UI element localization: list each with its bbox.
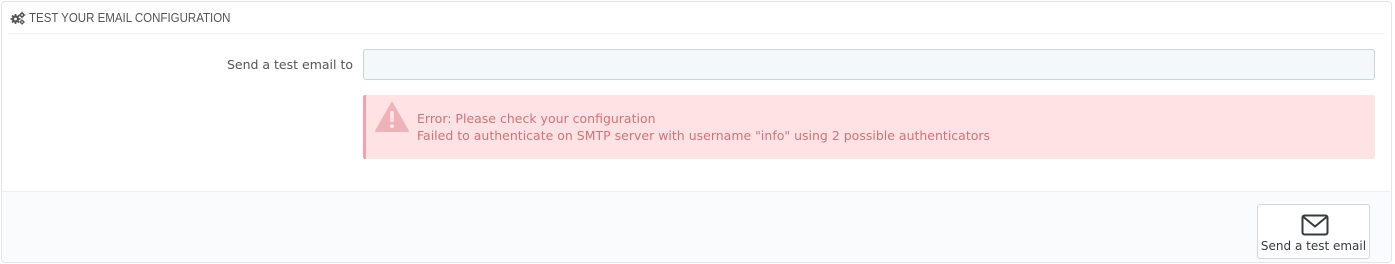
send-test-email-label: Send a test email xyxy=(1260,239,1367,253)
envelope-icon xyxy=(1301,214,1329,236)
panel-title: TEST YOUR EMAIL CONFIGURATION xyxy=(29,10,231,25)
error-message: Failed to authenticate on SMTP server wi… xyxy=(417,128,991,143)
send-test-email-button[interactable]: Send a test email xyxy=(1257,204,1370,259)
cogs-icon xyxy=(10,11,26,25)
error-alert: Error: Please check your configuration F… xyxy=(363,95,1375,159)
warning-icon xyxy=(374,101,410,133)
panel-footer: Send a test email xyxy=(2,191,1391,262)
error-title: Error: Please check your configuration xyxy=(417,111,656,126)
panel-heading: TEST YOUR EMAIL CONFIGURATION xyxy=(8,2,1385,34)
send-test-email-label: Send a test email to xyxy=(226,57,353,72)
test-email-input[interactable] xyxy=(363,49,1375,80)
test-email-panel: TEST YOUR EMAIL CONFIGURATION Send a tes… xyxy=(1,1,1392,263)
